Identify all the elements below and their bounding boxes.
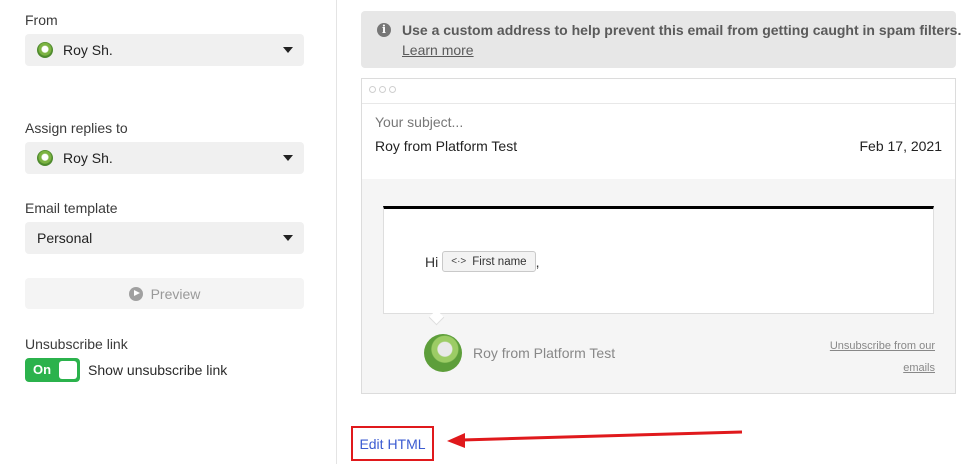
code-icon: <·>	[451, 256, 467, 267]
greeting-comma: ,	[535, 253, 540, 270]
unsubscribe-toggle[interactable]: On	[25, 358, 80, 382]
subject-field[interactable]: Your subject...	[375, 114, 463, 130]
email-preview: Your subject... Roy from Platform Test F…	[361, 78, 956, 394]
unsubscribe-link[interactable]: Unsubscribe from our emails	[815, 335, 935, 379]
sender-avatar	[424, 334, 462, 372]
window-dots	[369, 86, 396, 93]
greeting-text: Hi	[425, 253, 439, 270]
spam-notice: i Use a custom address to help prevent t…	[361, 11, 961, 68]
edit-html-link[interactable]: Edit HTML	[351, 426, 434, 461]
email-date: Feb 17, 2021	[859, 138, 942, 154]
assign-label: Assign replies to	[25, 120, 128, 136]
preview-button[interactable]: Preview	[25, 278, 304, 309]
learn-more-link[interactable]: Learn more	[402, 42, 474, 58]
preview-label: Preview	[150, 285, 201, 302]
settings-panel: From Roy Sh. Assign replies to Roy Sh. E…	[0, 0, 336, 464]
from-select[interactable]: Roy Sh.	[25, 34, 304, 66]
from-label: From	[25, 12, 58, 28]
email-header-divider	[362, 103, 955, 104]
from-value: Roy Sh.	[63, 42, 113, 58]
unsubscribe-line-2: emails	[903, 362, 935, 374]
greeting-line: Hi <·> First name ,	[425, 251, 539, 272]
toggle-knob	[59, 361, 77, 379]
notice-text: Use a custom address to help prevent thi…	[402, 22, 962, 38]
signature-name: Roy from Platform Test	[473, 345, 616, 361]
template-value: Personal	[37, 230, 93, 246]
email-body: Hi <·> First name , Roy from Platform Te…	[362, 179, 955, 393]
arrow-head	[447, 433, 465, 448]
window-dot	[369, 86, 376, 93]
panel-divider	[336, 0, 337, 464]
arrow-line	[461, 430, 743, 442]
email-template-select[interactable]: Personal	[25, 222, 304, 254]
message-card[interactable]: Hi <·> First name ,	[383, 206, 934, 314]
unsubscribe-line-1: Unsubscribe from our	[829, 340, 935, 352]
play-icon	[128, 286, 143, 301]
user-avatar-icon	[37, 42, 53, 58]
window-dot	[379, 86, 386, 93]
info-icon: i	[377, 23, 391, 37]
toggle-state: On	[33, 362, 52, 377]
unsubscribe-label: Unsubscribe link	[25, 336, 128, 352]
unsubscribe-toggle-text: Show unsubscribe link	[88, 362, 228, 378]
email-sender: Roy from Platform Test	[375, 138, 518, 154]
chevron-down-icon	[283, 155, 293, 161]
user-avatar-icon	[37, 150, 53, 166]
merge-tag-label: First name	[472, 255, 527, 268]
chevron-down-icon	[283, 47, 293, 53]
assign-value: Roy Sh.	[63, 150, 113, 166]
chevron-down-icon	[283, 235, 293, 241]
first-name-merge-tag[interactable]: <·> First name	[442, 251, 536, 272]
window-dot	[389, 86, 396, 93]
template-label: Email template	[25, 200, 118, 216]
assign-replies-select[interactable]: Roy Sh.	[25, 142, 304, 174]
